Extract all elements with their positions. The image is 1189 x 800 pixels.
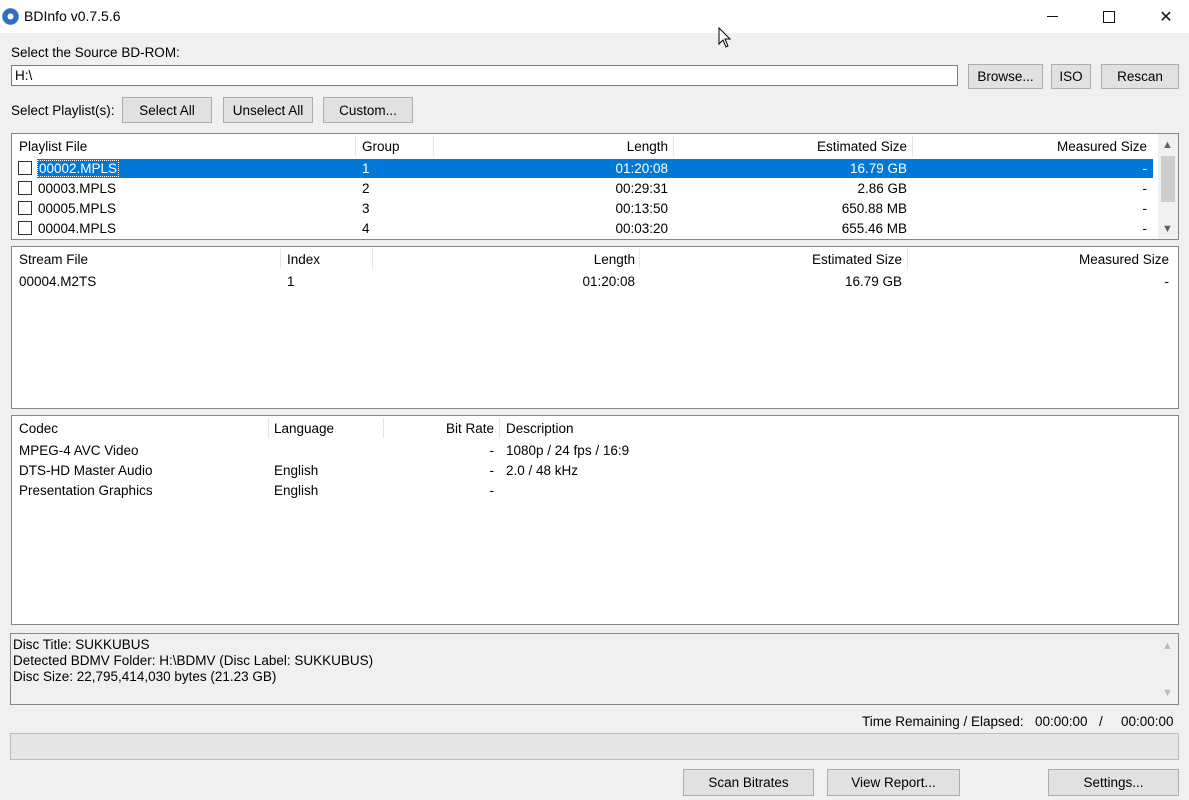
scroll-thumb[interactable] [1161,156,1175,202]
disc-info-line: Disc Title: SUKKUBUS [13,637,150,652]
rescan-button[interactable]: Rescan [1101,64,1179,89]
stream-length: 01:20:08 [582,274,635,289]
progress-bar [10,733,1179,760]
playlist-length: 00:03:20 [615,221,668,236]
playlist-est-size: 650.88 MB [841,201,907,216]
codec-description: 2.0 / 48 kHz [506,463,579,478]
title-bar [0,0,1189,33]
playlist-group: 2 [362,181,370,196]
codec-language: English [274,463,319,478]
browse-button[interactable]: Browse... [968,64,1043,89]
settings-button[interactable]: Settings... [1048,769,1179,796]
col-length[interactable]: Length [382,247,635,271]
unselect-all-button[interactable]: Unselect All [223,97,313,123]
playlist-length: 01:20:08 [615,161,668,176]
col-length[interactable]: Length [442,134,668,158]
stream-index: 1 [287,274,295,289]
playlist-length: 00:13:50 [615,201,668,216]
stream-table[interactable]: Stream File Index Length Estimated Size … [11,246,1179,409]
playlist-meas-size: - [1142,201,1148,216]
playlist-file[interactable]: 00004.MPLS [38,221,116,236]
disc-info-line: Detected BDMV Folder: H:\BDMV (Disc Labe… [13,653,374,668]
col-estimated-size[interactable]: Estimated Size [677,134,907,158]
mouse-cursor-icon [718,27,732,48]
codec-bitrate: - [489,443,495,458]
playlist-file[interactable]: 00003.MPLS [38,181,116,196]
col-measured-size[interactable]: Measured Size [917,134,1147,158]
scroll-down-icon[interactable]: ▼ [1159,220,1176,237]
playlist-file[interactable]: 00005.MPLS [38,201,116,216]
col-index[interactable]: Index [287,247,320,271]
minimize-button[interactable] [1023,0,1081,33]
custom-button[interactable]: Custom... [323,97,413,123]
scan-bitrates-button[interactable]: Scan Bitrates [683,769,814,796]
select-all-button[interactable]: Select All [122,97,212,123]
col-measured-size[interactable]: Measured Size [912,247,1169,271]
playlist-group: 4 [362,221,370,236]
playlist-group: 3 [362,201,370,216]
maximize-button[interactable] [1080,0,1138,33]
codec-description: 1080p / 24 fps / 16:9 [506,443,630,458]
close-button[interactable]: ✕ [1137,0,1189,33]
playlist-scrollbar[interactable]: ▲ ▼ [1158,134,1178,239]
source-path-input[interactable]: H:\ [11,65,958,86]
scroll-down-icon[interactable]: ▼ [1159,684,1176,701]
time-separator: / [1099,714,1103,729]
source-label: Select the Source BD-ROM: [11,45,180,60]
playlist-file[interactable]: 00002.MPLS [36,160,120,177]
playlist-table[interactable]: Playlist File Group Length Estimated Siz… [11,133,1179,240]
time-label: Time Remaining / Elapsed: [862,714,1024,729]
codec-name[interactable]: DTS-HD Master Audio [19,463,153,478]
playlist-group: 1 [362,161,370,176]
playlist-checkbox[interactable] [18,181,32,195]
maximize-icon [1103,10,1115,23]
time-remaining: 00:00:00 [1035,714,1088,729]
close-icon: ✕ [1159,8,1173,26]
playlist-meas-size: - [1142,181,1148,196]
codec-name[interactable]: Presentation Graphics [19,483,153,498]
codec-name[interactable]: MPEG-4 AVC Video [19,443,139,458]
playlist-checkbox[interactable] [18,201,32,215]
stream-meas-size: - [1164,274,1170,289]
bdinfo-disc-icon [2,8,19,25]
playlist-est-size: 655.46 MB [841,221,907,236]
playlist-meas-size: - [1142,221,1148,236]
iso-button[interactable]: ISO [1051,64,1091,89]
minimize-icon [1046,16,1058,17]
disc-info-line: Disc Size: 22,795,414,030 bytes (21.23 G… [13,669,277,684]
stream-est-size: 16.79 GB [844,274,902,289]
scroll-up-icon[interactable]: ▲ [1159,637,1176,654]
scroll-up-icon[interactable]: ▲ [1159,136,1176,153]
codec-language: English [274,483,319,498]
disc-info-box[interactable]: Disc Title: SUKKUBUS Detected BDMV Folde… [10,633,1179,705]
playlist-est-size: 2.86 GB [857,181,907,196]
playlist-checkbox[interactable] [18,161,32,175]
window-title: BDInfo v0.7.5.6 [24,8,121,24]
col-estimated-size[interactable]: Estimated Size [642,247,902,271]
codec-bitrate: - [489,483,495,498]
col-codec[interactable]: Codec [19,416,58,440]
view-report-button[interactable]: View Report... [827,769,960,796]
col-stream-file[interactable]: Stream File [19,247,88,271]
playlist-length: 00:29:31 [615,181,668,196]
col-description[interactable]: Description [506,416,574,440]
col-playlist-file[interactable]: Playlist File [19,134,87,158]
col-language[interactable]: Language [274,416,334,440]
playlist-meas-size: - [1142,161,1148,176]
playlist-checkbox[interactable] [18,221,32,235]
codec-bitrate: - [489,463,495,478]
playlist-est-size: 16.79 GB [849,161,907,176]
col-group[interactable]: Group [362,134,400,158]
time-elapsed: 00:00:00 [1121,714,1174,729]
col-bit-rate[interactable]: Bit Rate [387,416,494,440]
source-path-value: H:\ [15,68,33,83]
stream-file[interactable]: 00004.M2TS [19,274,96,289]
select-playlists-label: Select Playlist(s): [11,103,115,118]
codec-table[interactable]: Codec Language Bit Rate Description MPEG… [11,415,1179,625]
